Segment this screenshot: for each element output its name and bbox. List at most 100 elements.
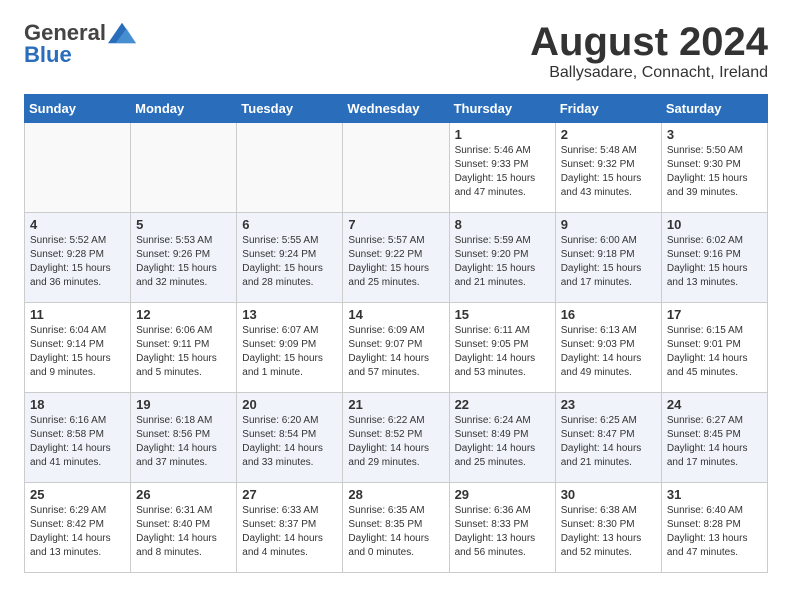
calendar-cell: 28Sunrise: 6:35 AM Sunset: 8:35 PM Dayli…: [343, 483, 449, 573]
day-number: 23: [561, 397, 656, 412]
day-number: 13: [242, 307, 337, 322]
calendar-cell: 18 Sunrise: 6:16 AM Sunset: 8:58 PM Dayli…: [25, 393, 131, 483]
day-info: Sunrise: 6:35 AM Sunset: 8:35 PM Dayligh…: [348, 504, 443, 560]
day-number: 7: [348, 217, 443, 232]
day-info: Sunrise: 6:33 AM Sunset: 8:37 PM Dayligh…: [242, 504, 337, 560]
day-number: 4: [30, 217, 125, 232]
title-block: August 2024 Ballysadare, Connacht, Irela…: [530, 20, 768, 82]
day-number: 10: [667, 217, 762, 232]
column-header-monday: Monday: [131, 95, 237, 123]
calendar-week-row: 1 Sunrise: 5:46 AM Sunset: 9:33 PM Daylig…: [25, 123, 768, 213]
calendar-cell: 27 Sunrise: 6:33 AM Sunset: 8:37 PM Dayli…: [237, 483, 343, 573]
month-title: August 2024: [530, 20, 768, 64]
calendar-cell: 1 Sunrise: 5:46 AM Sunset: 9:33 PM Daylig…: [449, 123, 555, 213]
column-header-thursday: Thursday: [449, 95, 555, 123]
header: General Blue August 2024 Ballysadare, Co…: [24, 20, 768, 82]
day-info: Sunrise: 6:07 AM Sunset: 9:09 PM Dayligh…: [242, 324, 337, 380]
day-number: 5: [136, 217, 231, 232]
day-number: 20: [242, 397, 337, 412]
calendar-cell: 14 Sunrise: 6:09 AM Sunset: 9:07 PM Dayli…: [343, 303, 449, 393]
day-info: Sunrise: 6:31 AM Sunset: 8:40 PM Dayligh…: [136, 504, 231, 560]
calendar-cell: 4 Sunrise: 5:52 AM Sunset: 9:28 PM Daylig…: [25, 213, 131, 303]
calendar-cell: 19 Sunrise: 6:18 AM Sunset: 8:56 PM Dayli…: [131, 393, 237, 483]
logo-blue: Blue: [24, 42, 72, 68]
calendar-cell: 10 Sunrise: 6:02 AM Sunset: 9:16 PM Dayli…: [661, 213, 767, 303]
day-info: Sunrise: 5:50 AM Sunset: 9:30 PM Dayligh…: [667, 144, 762, 200]
day-number: 17: [667, 307, 762, 322]
day-number: 2: [561, 127, 656, 142]
calendar-cell: 30 Sunrise: 6:38 AM Sunset: 8:30 PM Dayli…: [555, 483, 661, 573]
calendar-cell: 16Sunrise: 6:13 AM Sunset: 9:03 PM Dayli…: [555, 303, 661, 393]
day-info: Sunrise: 6:00 AM Sunset: 9:18 PM Dayligh…: [561, 234, 656, 290]
day-info: Sunrise: 6:06 AM Sunset: 9:11 PM Dayligh…: [136, 324, 231, 380]
calendar-table: SundayMondayTuesdayWednesdayThursdayFrid…: [24, 94, 768, 573]
day-number: 6: [242, 217, 337, 232]
calendar-cell: 12 Sunrise: 6:06 AM Sunset: 9:11 PM Dayli…: [131, 303, 237, 393]
day-number: 27: [242, 487, 337, 502]
day-info: Sunrise: 6:40 AM Sunset: 8:28 PM Dayligh…: [667, 504, 762, 560]
calendar-cell: 21 Sunrise: 6:22 AM Sunset: 8:52 PM Dayli…: [343, 393, 449, 483]
calendar-week-row: 4 Sunrise: 5:52 AM Sunset: 9:28 PM Daylig…: [25, 213, 768, 303]
calendar-cell: 23 Sunrise: 6:25 AM Sunset: 8:47 PM Dayli…: [555, 393, 661, 483]
day-number: 30: [561, 487, 656, 502]
column-header-sunday: Sunday: [25, 95, 131, 123]
calendar-cell: 3Sunrise: 5:50 AM Sunset: 9:30 PM Daylig…: [661, 123, 767, 213]
day-number: 18: [30, 397, 125, 412]
column-header-wednesday: Wednesday: [343, 95, 449, 123]
day-info: Sunrise: 6:09 AM Sunset: 9:07 PM Dayligh…: [348, 324, 443, 380]
day-info: Sunrise: 6:24 AM Sunset: 8:49 PM Dayligh…: [455, 414, 550, 470]
calendar-cell: 26 Sunrise: 6:31 AM Sunset: 8:40 PM Dayli…: [131, 483, 237, 573]
calendar-cell: 6 Sunrise: 5:55 AM Sunset: 9:24 PM Daylig…: [237, 213, 343, 303]
day-info: Sunrise: 5:53 AM Sunset: 9:26 PM Dayligh…: [136, 234, 231, 290]
calendar-week-row: 11Sunrise: 6:04 AM Sunset: 9:14 PM Dayli…: [25, 303, 768, 393]
column-header-friday: Friday: [555, 95, 661, 123]
calendar-week-row: 18 Sunrise: 6:16 AM Sunset: 8:58 PM Dayli…: [25, 393, 768, 483]
day-info: Sunrise: 5:55 AM Sunset: 9:24 PM Dayligh…: [242, 234, 337, 290]
day-number: 16: [561, 307, 656, 322]
logo: General Blue: [24, 20, 136, 68]
day-info: Sunrise: 6:16 AM Sunset: 8:58 PM Dayligh…: [30, 414, 125, 470]
calendar-cell: 31Sunrise: 6:40 AM Sunset: 8:28 PM Dayli…: [661, 483, 767, 573]
day-number: 26: [136, 487, 231, 502]
day-info: Sunrise: 6:18 AM Sunset: 8:56 PM Dayligh…: [136, 414, 231, 470]
day-number: 12: [136, 307, 231, 322]
day-info: Sunrise: 6:22 AM Sunset: 8:52 PM Dayligh…: [348, 414, 443, 470]
day-number: 1: [455, 127, 550, 142]
calendar-header-row: SundayMondayTuesdayWednesdayThursdayFrid…: [25, 95, 768, 123]
day-info: Sunrise: 6:27 AM Sunset: 8:45 PM Dayligh…: [667, 414, 762, 470]
day-number: 8: [455, 217, 550, 232]
column-header-tuesday: Tuesday: [237, 95, 343, 123]
day-number: 22: [455, 397, 550, 412]
column-header-saturday: Saturday: [661, 95, 767, 123]
day-info: Sunrise: 6:38 AM Sunset: 8:30 PM Dayligh…: [561, 504, 656, 560]
page: General Blue August 2024 Ballysadare, Co…: [0, 0, 792, 589]
calendar-cell: 11Sunrise: 6:04 AM Sunset: 9:14 PM Dayli…: [25, 303, 131, 393]
calendar-cell: [131, 123, 237, 213]
calendar-cell: 22 Sunrise: 6:24 AM Sunset: 8:49 PM Dayli…: [449, 393, 555, 483]
calendar-cell: 13 Sunrise: 6:07 AM Sunset: 9:09 PM Dayli…: [237, 303, 343, 393]
day-number: 15: [455, 307, 550, 322]
calendar-cell: 7Sunrise: 5:57 AM Sunset: 9:22 PM Daylig…: [343, 213, 449, 303]
day-info: Sunrise: 6:15 AM Sunset: 9:01 PM Dayligh…: [667, 324, 762, 380]
calendar-cell: 2Sunrise: 5:48 AM Sunset: 9:32 PM Daylig…: [555, 123, 661, 213]
calendar-cell: [25, 123, 131, 213]
day-info: Sunrise: 6:25 AM Sunset: 8:47 PM Dayligh…: [561, 414, 656, 470]
day-info: Sunrise: 6:29 AM Sunset: 8:42 PM Dayligh…: [30, 504, 125, 560]
calendar-cell: 15Sunrise: 6:11 AM Sunset: 9:05 PM Dayli…: [449, 303, 555, 393]
day-info: Sunrise: 5:52 AM Sunset: 9:28 PM Dayligh…: [30, 234, 125, 290]
calendar-cell: 24Sunrise: 6:27 AM Sunset: 8:45 PM Dayli…: [661, 393, 767, 483]
calendar-cell: [343, 123, 449, 213]
calendar-cell: 29Sunrise: 6:36 AM Sunset: 8:33 PM Dayli…: [449, 483, 555, 573]
day-number: 21: [348, 397, 443, 412]
day-info: Sunrise: 5:46 AM Sunset: 9:33 PM Dayligh…: [455, 144, 550, 200]
calendar-cell: 8 Sunrise: 5:59 AM Sunset: 9:20 PM Daylig…: [449, 213, 555, 303]
day-info: Sunrise: 6:04 AM Sunset: 9:14 PM Dayligh…: [30, 324, 125, 380]
day-number: 19: [136, 397, 231, 412]
day-number: 29: [455, 487, 550, 502]
day-info: Sunrise: 5:59 AM Sunset: 9:20 PM Dayligh…: [455, 234, 550, 290]
calendar-cell: 25Sunrise: 6:29 AM Sunset: 8:42 PM Dayli…: [25, 483, 131, 573]
day-info: Sunrise: 6:02 AM Sunset: 9:16 PM Dayligh…: [667, 234, 762, 290]
day-number: 14: [348, 307, 443, 322]
calendar-cell: 9Sunrise: 6:00 AM Sunset: 9:18 PM Daylig…: [555, 213, 661, 303]
logo-icon: [108, 22, 136, 44]
